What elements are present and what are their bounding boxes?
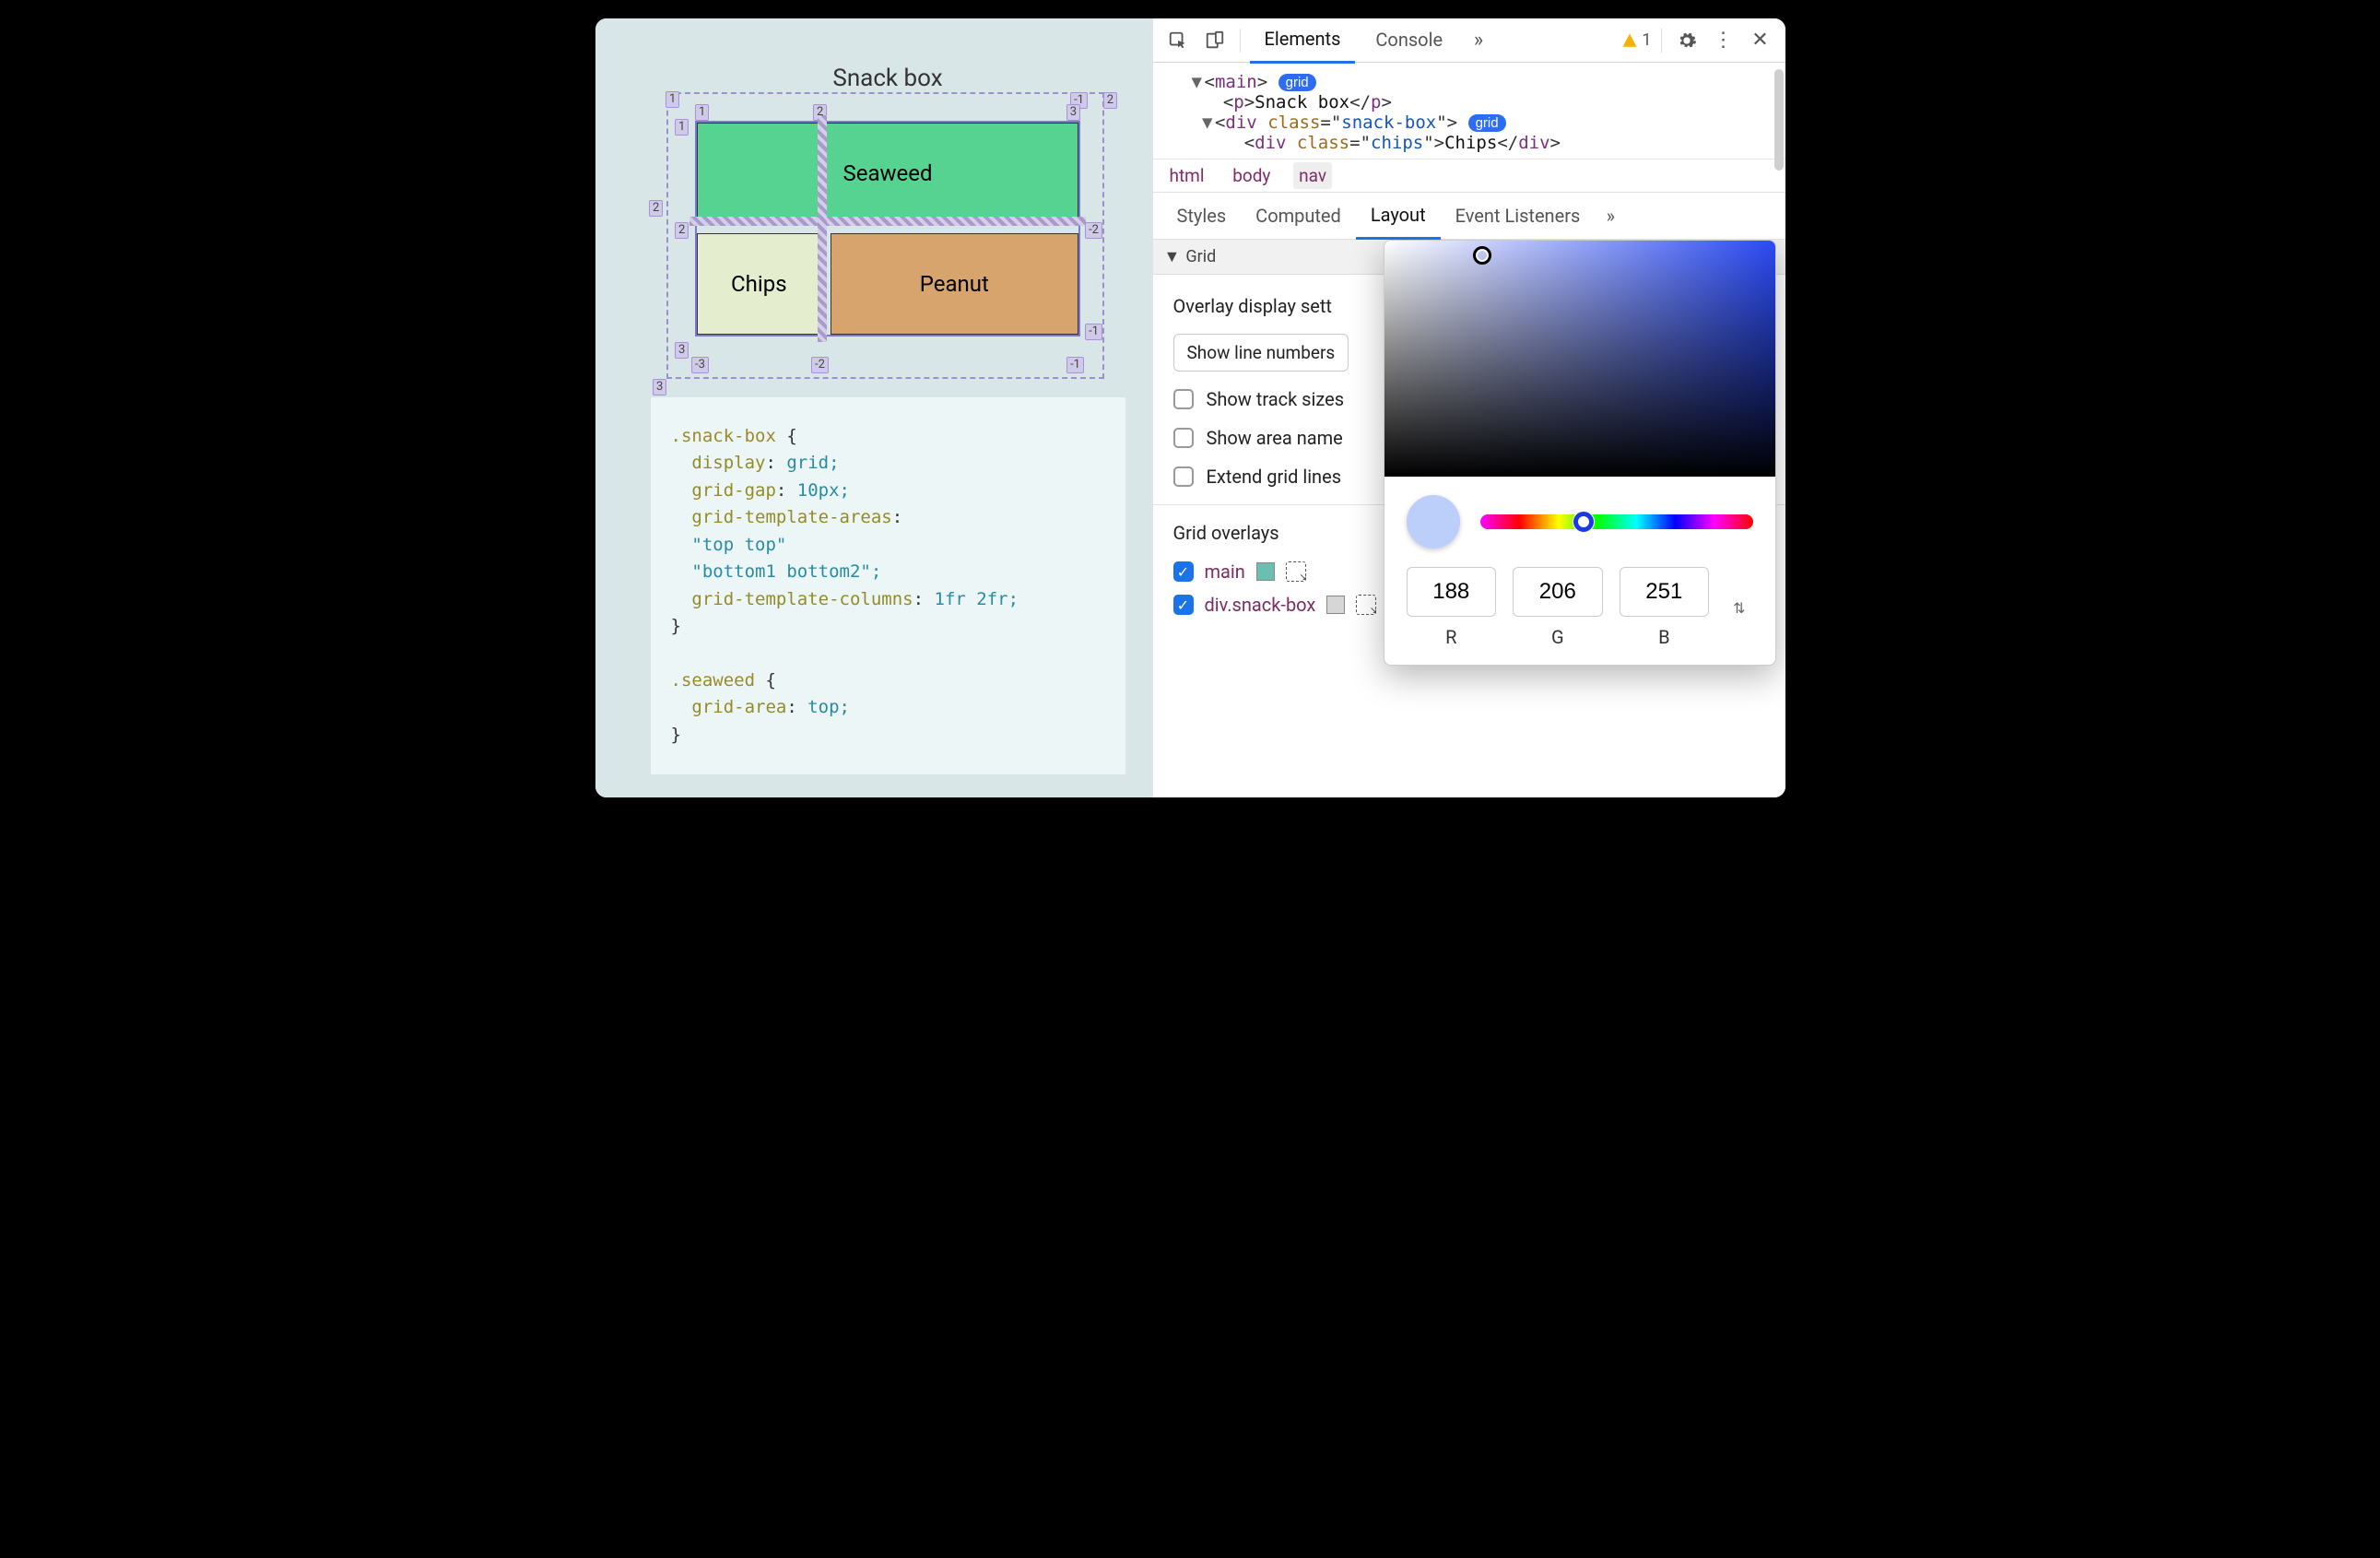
page-title: Snack box [651,65,1125,92]
snack-box-wrap: 1 -1 2 2 3 1 2 3 1 2 -2 -1 3 -3 -2 -1 [689,115,1086,342]
b-input[interactable] [1620,567,1710,617]
dom-tag: div [1255,133,1286,153]
crumb-nav[interactable]: nav [1293,162,1332,189]
layout-panel: ▼ Grid Overlay display sett Show line nu… [1153,240,1785,797]
crumb-html[interactable]: html [1164,162,1210,189]
line-number: -3 [691,357,709,373]
dom-text: Chips [1444,133,1497,153]
devtools-toolbar: Elements Console » 1 ⋮ ✕ [1153,18,1785,63]
line-number: 2 [675,222,689,239]
chevron-down-icon: ▼ [1164,247,1181,266]
breadcrumbs[interactable]: html body nav [1153,159,1785,192]
overlay-checkbox[interactable] [1173,561,1194,582]
scroll-into-view-icon[interactable]: ↘ [1356,595,1376,615]
grid-section-title: Grid [1185,247,1216,266]
more-subtabs-icon[interactable]: » [1595,200,1626,231]
tab-elements[interactable]: Elements [1250,18,1356,64]
g-label: G [1513,626,1603,648]
device-toggle-icon[interactable] [1199,25,1231,56]
grid-cell-seaweed: Seaweed [697,123,1078,224]
sv-cursor[interactable] [1473,246,1491,265]
g-input[interactable] [1513,567,1603,617]
color-mode-switcher-icon[interactable]: ⇅ [1726,599,1752,617]
crumb-body[interactable]: body [1227,162,1276,189]
line-numbers-select[interactable]: Show line numbers [1173,334,1349,372]
dom-text: Snack box [1255,92,1349,112]
saturation-value-canvas[interactable] [1384,241,1775,477]
hue-thumb[interactable] [1573,512,1594,532]
devtools-window: Snack box 1 -1 2 2 3 1 2 3 1 2 -2 -1 [595,18,1785,797]
inspect-icon[interactable] [1162,25,1194,56]
subtab-event-listeners[interactable]: Event Listeners [1441,194,1596,238]
dom-tag: p [1233,92,1243,112]
subtab-layout[interactable]: Layout [1356,193,1441,240]
gear-icon[interactable] [1671,25,1703,56]
more-tabs-icon[interactable]: » [1463,25,1494,56]
snack-box-grid: Seaweed Chips Peanut [695,121,1080,336]
line-number: 1 [675,119,689,136]
color-picker-popover: R G B ⇅ [1384,240,1776,666]
grid-badge[interactable]: grid [1278,74,1316,91]
r-label: R [1407,626,1497,648]
grid-badge[interactable]: grid [1468,114,1506,132]
subtab-styles[interactable]: Styles [1162,194,1242,238]
b-label: B [1620,626,1710,648]
overlay-name[interactable]: div.snack-box [1205,594,1316,616]
dom-tree[interactable]: ▼<main> grid <p>Snack box</p> ▼<div clas… [1153,63,1785,159]
hue-slider[interactable] [1480,514,1753,529]
styles-subtabs: Styles Computed Layout Event Listeners » [1153,192,1785,240]
line-number: -2 [1085,222,1102,239]
devtools-panel: Elements Console » 1 ⋮ ✕ ▼<main> grid <p… [1153,18,1785,797]
subtab-computed[interactable]: Computed [1241,194,1356,238]
grid-cell-chips: Chips [697,233,821,335]
line-number: 2 [1103,92,1117,109]
line-number: 3 [1066,104,1080,121]
line-number: -2 [811,357,829,373]
line-number: 1 [695,104,709,121]
scrollbar[interactable] [1774,69,1784,171]
overlay-swatch[interactable] [1326,596,1345,614]
overlay-checkbox[interactable] [1173,595,1194,615]
line-number: 3 [675,342,689,359]
dom-tag: div [1225,112,1256,133]
selected-color-swatch[interactable] [1407,495,1460,549]
grid-gap-vertical [818,115,827,342]
line-number: 3 [653,379,666,395]
warning-count: 1 [1642,30,1651,50]
line-number: 2 [649,200,663,217]
dom-tag: main [1215,72,1257,92]
grid-gap-horizontal [689,217,1086,226]
grid-cell-peanut: Peanut [831,233,1078,335]
css-code-block: .snack-box { display: grid; grid-gap: 10… [651,397,1125,774]
r-input[interactable] [1407,567,1497,617]
kebab-icon[interactable]: ⋮ [1708,25,1739,56]
line-number: -1 [1085,324,1102,340]
overlay-name[interactable]: main [1205,561,1245,583]
line-number: 1 [666,91,679,108]
rgb-inputs: R G B ⇅ [1384,567,1775,665]
scroll-into-view-icon[interactable]: ↘ [1286,561,1306,582]
line-number: -1 [1066,357,1084,373]
close-icon[interactable]: ✕ [1745,25,1776,56]
tab-console[interactable]: Console [1361,19,1457,62]
warnings-badge[interactable]: 1 [1621,30,1651,50]
overlay-swatch[interactable] [1256,562,1275,581]
page-preview-pane: Snack box 1 -1 2 2 3 1 2 3 1 2 -2 -1 [595,18,1153,797]
